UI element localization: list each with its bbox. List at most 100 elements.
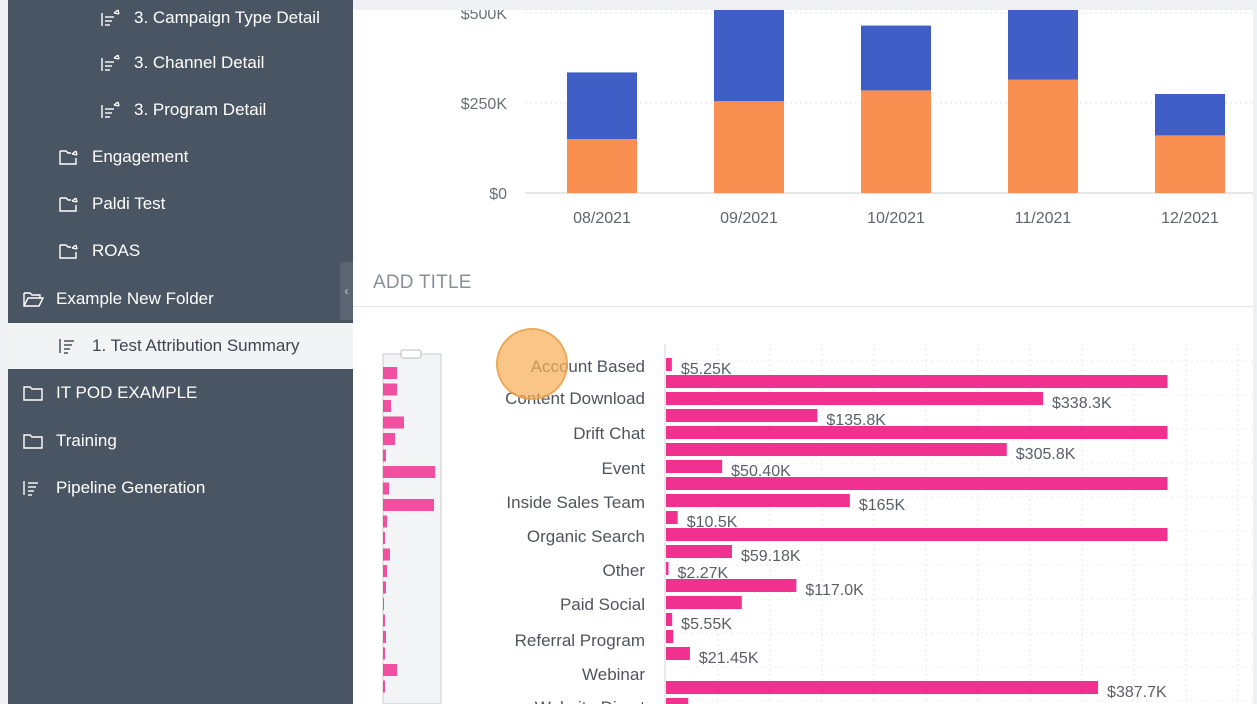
data-label: $338.3K [1052, 395, 1112, 412]
overview-bar [383, 367, 397, 379]
bar[interactable] [666, 562, 669, 575]
x-tick-label: 11/2021 [1015, 210, 1072, 227]
folder-icon [22, 431, 46, 451]
data-label: $5.55K [681, 616, 732, 633]
sidebar-item-1-test-attribution-summary[interactable]: 1. Test Attribution Summary [8, 323, 353, 369]
bar[interactable] [666, 528, 1168, 541]
bar[interactable] [666, 375, 1168, 388]
sidebar-item-engagement[interactable]: Engagement [8, 134, 353, 180]
detail-report-icon [100, 53, 124, 73]
bar-segment-blue[interactable] [1155, 94, 1225, 136]
overview-bar [383, 449, 386, 462]
bar[interactable] [666, 358, 672, 371]
sidebar-item-label: Example New Folder [56, 289, 214, 308]
overview-bar [383, 466, 435, 478]
detail-report-icon [100, 8, 124, 28]
category-label: Other [602, 561, 645, 580]
sidebar-item-label: Training [56, 431, 117, 450]
bar-segment-blue[interactable] [1008, 10, 1078, 80]
sidebar-item-example-new-folder[interactable]: Example New Folder [8, 276, 353, 322]
overview-bar [383, 499, 434, 511]
sidebar-item-3-campaign-type-detail[interactable]: 3. Campaign Type Detail [8, 0, 353, 41]
section-title[interactable]: ADD TITLE [373, 272, 472, 294]
overview-bar [383, 383, 397, 396]
bar[interactable] [666, 426, 1168, 439]
bar-segment-orange[interactable] [714, 101, 784, 193]
category-label: Event [602, 459, 646, 478]
bar[interactable] [666, 596, 742, 609]
overview-bar [383, 548, 390, 561]
detail-report-icon [100, 100, 124, 120]
sidebar-item-label: Pipeline Generation [56, 478, 206, 497]
report-icon [22, 478, 46, 498]
data-label: $165K [859, 497, 906, 514]
bar[interactable] [666, 460, 723, 473]
category-label: Content Download [505, 389, 645, 408]
bar[interactable] [666, 698, 689, 704]
overview-bar [383, 416, 404, 429]
bar-segment-orange[interactable] [567, 139, 637, 193]
sidebar-collapse-button[interactable]: ‹ [340, 262, 353, 320]
bar-segment-orange[interactable] [861, 90, 931, 193]
sidebar-item-label: Engagement [92, 147, 189, 166]
y-tick-label: $250K [461, 96, 508, 113]
bar[interactable] [666, 545, 732, 558]
report-icon [58, 336, 82, 356]
bar[interactable] [666, 647, 690, 660]
sidebar-item-3-channel-detail[interactable]: 3. Channel Detail [8, 40, 353, 86]
overview-scrollbar[interactable] [382, 353, 442, 704]
overview-bar [383, 433, 395, 445]
data-label: $117.0K [805, 582, 864, 599]
data-label: $59.18K [741, 548, 801, 565]
bar[interactable] [666, 494, 850, 507]
overview-bar [383, 400, 391, 412]
bar-segment-blue[interactable] [861, 25, 931, 91]
bar-segment-orange[interactable] [1155, 135, 1225, 193]
shared-folder-icon [58, 194, 82, 214]
overview-bar [383, 680, 385, 693]
overview-bar [383, 664, 397, 676]
bar[interactable] [666, 477, 1168, 490]
chevron-left-icon: ‹ [344, 284, 349, 298]
sidebar-item-pipeline-generation[interactable]: Pipeline Generation [8, 465, 353, 511]
bar[interactable] [666, 409, 818, 422]
sidebar-item-label: Paldi Test [92, 194, 166, 213]
bar-segment-orange[interactable] [1008, 79, 1078, 193]
folder-icon [22, 383, 46, 403]
sidebar-item-label: 3. Channel Detail [134, 53, 265, 72]
bar[interactable] [666, 681, 1099, 694]
category-label: Paid Social [560, 595, 645, 614]
overview-bar [383, 532, 385, 544]
sidebar-item-3-program-detail[interactable]: 3. Program Detail [8, 87, 353, 133]
overview-bar [383, 565, 387, 577]
y-tick-label: $500K [461, 10, 508, 23]
bar-segment-blue[interactable] [567, 72, 637, 139]
window-edge [1253, 0, 1257, 704]
x-tick-label: 10/2021 [867, 210, 925, 227]
bar-segment-blue[interactable] [714, 10, 784, 102]
sidebar-item-roas[interactable]: ROAS [8, 228, 353, 274]
bar[interactable] [666, 511, 678, 524]
overview-bar [383, 598, 384, 610]
category-label: Website Direct [535, 698, 645, 704]
sidebar-item-paldi-test[interactable]: Paldi Test [8, 181, 353, 227]
sidebar-item-it-pod-example[interactable]: IT POD EXAMPLE [8, 370, 353, 416]
bar[interactable] [666, 392, 1043, 405]
sidebar-item-training[interactable]: Training [8, 418, 353, 464]
bar[interactable] [666, 613, 673, 626]
scrollbar-grip[interactable] [400, 349, 422, 359]
bar[interactable] [666, 630, 674, 643]
bar[interactable] [666, 443, 1007, 456]
horizontal-bar-chart: Account Based Content Download Drift Chat E… [382, 344, 1257, 704]
data-label: $21.45K [699, 650, 759, 667]
overview-bar [383, 581, 386, 594]
sidebar: 3. Campaign Type Detail 3. Channel Detail… [8, 0, 353, 704]
overview-bar [383, 482, 389, 495]
data-label: $387.7K [1107, 684, 1167, 701]
y-tick-label: $0 [489, 186, 507, 203]
category-label: Account Based [531, 357, 645, 376]
section-divider [353, 306, 1257, 307]
stacked-bar-chart: $0 $250K $500K 08/2021 09/2021 10/2021 11/2021… [461, 10, 1257, 227]
bar[interactable] [666, 579, 797, 592]
overview-bar [383, 631, 386, 643]
